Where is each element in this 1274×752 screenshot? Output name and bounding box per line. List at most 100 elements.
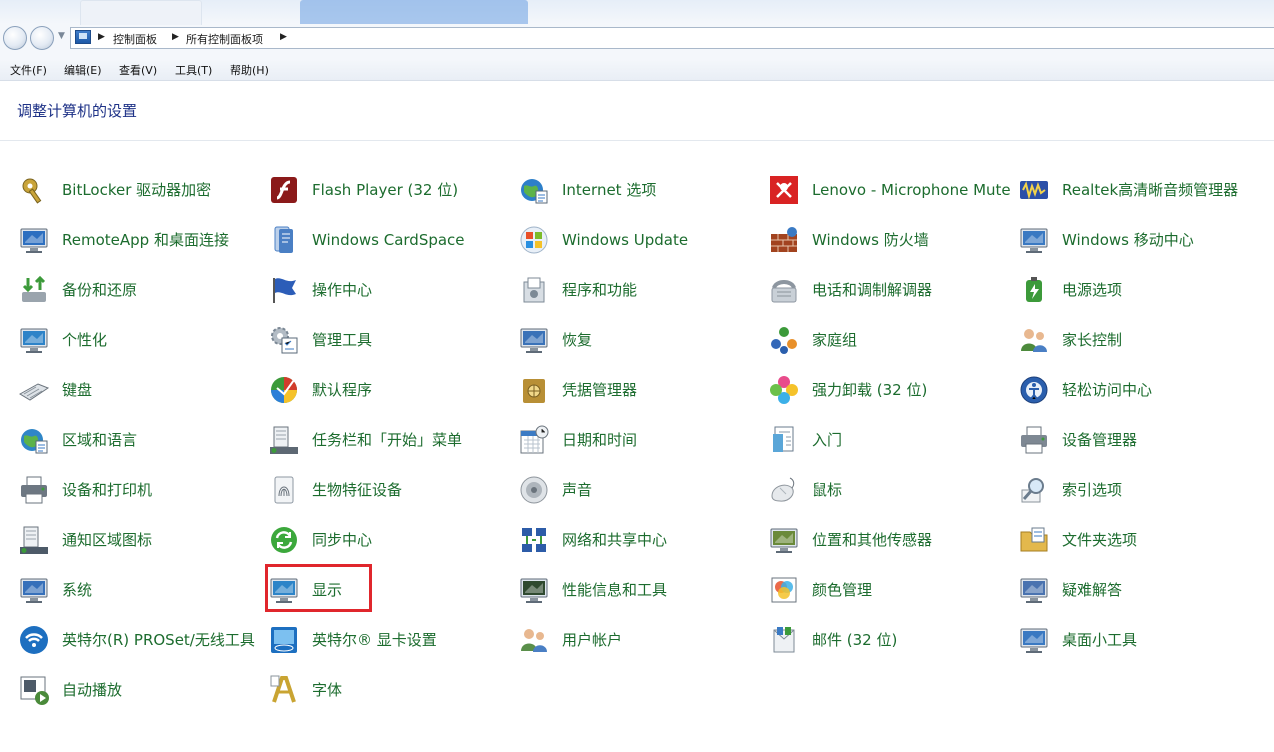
control-panel-item[interactable]: 网络和共享中心 — [518, 520, 758, 560]
control-panel-item[interactable]: 区域和语言 — [18, 420, 258, 460]
control-panel-item[interactable]: 设备管理器 — [1018, 420, 1258, 460]
control-panel-item[interactable]: 性能信息和工具 — [518, 570, 758, 610]
control-panel-item-label[interactable]: 区域和语言 — [62, 420, 262, 460]
control-panel-item-label[interactable]: 强力卸载 (32 位) — [812, 370, 1012, 410]
menu-help[interactable]: 帮助(H) — [230, 62, 269, 78]
menu-file[interactable]: 文件(F) — [10, 62, 47, 78]
control-panel-item-label[interactable]: 颜色管理 — [812, 570, 1012, 610]
control-panel-item-label[interactable]: Realtek高清晰音频管理器 — [1062, 170, 1262, 210]
control-panel-item-label[interactable]: 同步中心 — [312, 520, 512, 560]
control-panel-item-label[interactable]: 恢复 — [562, 320, 762, 360]
control-panel-item-label[interactable]: 系统 — [62, 570, 262, 610]
control-panel-item-label[interactable]: 任务栏和「开始」菜单 — [312, 420, 512, 460]
control-panel-item[interactable]: 默认程序 — [268, 370, 508, 410]
control-panel-item-label[interactable]: 轻松访问中心 — [1062, 370, 1262, 410]
control-panel-item[interactable]: Flash Player (32 位) — [268, 170, 508, 210]
control-panel-item[interactable]: 英特尔® 显卡设置 — [268, 620, 508, 660]
control-panel-item[interactable]: 声音 — [518, 470, 758, 510]
control-panel-item-label[interactable]: 文件夹选项 — [1062, 520, 1262, 560]
control-panel-item[interactable]: 家庭组 — [768, 320, 1008, 360]
control-panel-item[interactable]: 入门 — [768, 420, 1008, 460]
control-panel-item[interactable]: 索引选项 — [1018, 470, 1258, 510]
control-panel-item-label[interactable]: 通知区域图标 — [62, 520, 262, 560]
breadcrumb-separator[interactable]: ▶ — [172, 32, 179, 42]
control-panel-item-label[interactable]: 入门 — [812, 420, 1012, 460]
recent-pages-dropdown[interactable]: ▼ — [58, 31, 65, 41]
control-panel-item[interactable]: Windows Update — [518, 220, 758, 260]
control-panel-item-label[interactable]: 位置和其他传感器 — [812, 520, 1012, 560]
control-panel-item-label[interactable]: 鼠标 — [812, 470, 1012, 510]
control-panel-item-label[interactable]: RemoteApp 和桌面连接 — [62, 220, 262, 260]
control-panel-item[interactable]: 凭据管理器 — [518, 370, 758, 410]
control-panel-item[interactable]: 自动播放 — [18, 670, 258, 710]
address-bar[interactable]: ▶ 控制面板 ▶ 所有控制面板项 ▶ — [70, 27, 1274, 49]
control-panel-item[interactable]: 颜色管理 — [768, 570, 1008, 610]
control-panel-item[interactable]: 日期和时间 — [518, 420, 758, 460]
control-panel-item-label[interactable]: Windows 移动中心 — [1062, 220, 1262, 260]
control-panel-item-label[interactable]: 家长控制 — [1062, 320, 1262, 360]
control-panel-item[interactable]: 通知区域图标 — [18, 520, 258, 560]
control-panel-item-label[interactable]: Internet 选项 — [562, 170, 762, 210]
menu-edit[interactable]: 编辑(E) — [64, 62, 102, 78]
control-panel-item[interactable]: 字体 — [268, 670, 508, 710]
control-panel-item[interactable]: Windows 移动中心 — [1018, 220, 1258, 260]
control-panel-item-label[interactable]: 桌面小工具 — [1062, 620, 1262, 660]
control-panel-item[interactable]: 设备和打印机 — [18, 470, 258, 510]
forward-button[interactable] — [30, 26, 54, 50]
control-panel-item[interactable]: Internet 选项 — [518, 170, 758, 210]
breadcrumb-separator[interactable]: ▶ — [280, 32, 287, 42]
control-panel-item[interactable]: 管理工具 — [268, 320, 508, 360]
control-panel-item-label[interactable]: BitLocker 驱动器加密 — [62, 170, 262, 210]
breadcrumb-control-panel[interactable]: 控制面板 — [113, 31, 157, 47]
control-panel-item[interactable]: 键盘 — [18, 370, 258, 410]
menu-view[interactable]: 查看(V) — [119, 62, 157, 78]
control-panel-item-label[interactable]: 索引选项 — [1062, 470, 1262, 510]
control-panel-item[interactable]: 同步中心 — [268, 520, 508, 560]
control-panel-item-label[interactable]: 键盘 — [62, 370, 262, 410]
control-panel-item-label[interactable]: Windows CardSpace — [312, 220, 512, 260]
menu-tools[interactable]: 工具(T) — [175, 62, 212, 78]
control-panel-item[interactable]: 程序和功能 — [518, 270, 758, 310]
control-panel-item[interactable]: 文件夹选项 — [1018, 520, 1258, 560]
control-panel-item[interactable]: RemoteApp 和桌面连接 — [18, 220, 258, 260]
control-panel-item[interactable]: 恢复 — [518, 320, 758, 360]
control-panel-item-label[interactable]: 邮件 (32 位) — [812, 620, 1012, 660]
control-panel-item[interactable]: 轻松访问中心 — [1018, 370, 1258, 410]
control-panel-item-label[interactable]: 备份和还原 — [62, 270, 262, 310]
control-panel-item-label[interactable]: 设备和打印机 — [62, 470, 262, 510]
back-button[interactable] — [3, 26, 27, 50]
control-panel-item-label[interactable]: 网络和共享中心 — [562, 520, 762, 560]
control-panel-item-label[interactable]: 英特尔® 显卡设置 — [312, 620, 512, 660]
control-panel-item-label[interactable]: Lenovo - Microphone Mute — [812, 170, 1012, 210]
control-panel-item[interactable]: 疑难解答 — [1018, 570, 1258, 610]
breadcrumb-all-items[interactable]: 所有控制面板项 — [186, 31, 263, 47]
control-panel-item-label[interactable]: 声音 — [562, 470, 762, 510]
control-panel-item-label[interactable]: 凭据管理器 — [562, 370, 762, 410]
control-panel-item-label[interactable]: 字体 — [312, 670, 512, 710]
control-panel-item-label[interactable]: 自动播放 — [62, 670, 262, 710]
control-panel-item-label[interactable]: 管理工具 — [312, 320, 512, 360]
control-panel-item-label[interactable]: 设备管理器 — [1062, 420, 1262, 460]
control-panel-item[interactable]: 系统 — [18, 570, 258, 610]
control-panel-item[interactable]: 个性化 — [18, 320, 258, 360]
control-panel-item[interactable]: 邮件 (32 位) — [768, 620, 1008, 660]
control-panel-item[interactable]: Lenovo - Microphone Mute — [768, 170, 1011, 210]
control-panel-item[interactable]: Windows 防火墙 — [768, 220, 1008, 260]
control-panel-item[interactable]: 电源选项 — [1018, 270, 1258, 310]
control-panel-item-label[interactable]: 个性化 — [62, 320, 262, 360]
control-panel-item-label[interactable]: 疑难解答 — [1062, 570, 1262, 610]
control-panel-item-label[interactable]: 用户帐户 — [562, 620, 762, 660]
control-panel-item-label[interactable]: 家庭组 — [812, 320, 1012, 360]
control-panel-item-label[interactable]: Windows Update — [562, 220, 762, 260]
control-panel-item-label[interactable]: 操作中心 — [312, 270, 512, 310]
control-panel-item[interactable]: Windows CardSpace — [268, 220, 508, 260]
control-panel-item-label[interactable]: 生物特征设备 — [312, 470, 512, 510]
control-panel-item[interactable]: 强力卸载 (32 位) — [768, 370, 1008, 410]
control-panel-item[interactable]: 任务栏和「开始」菜单 — [268, 420, 508, 460]
control-panel-item-label[interactable]: 日期和时间 — [562, 420, 762, 460]
control-panel-item[interactable]: 鼠标 — [768, 470, 1008, 510]
control-panel-item[interactable]: 备份和还原 — [18, 270, 258, 310]
control-panel-item[interactable]: 电话和调制解调器 — [768, 270, 1008, 310]
control-panel-item-label[interactable]: 电源选项 — [1062, 270, 1262, 310]
control-panel-item[interactable]: Realtek高清晰音频管理器 — [1018, 170, 1258, 210]
